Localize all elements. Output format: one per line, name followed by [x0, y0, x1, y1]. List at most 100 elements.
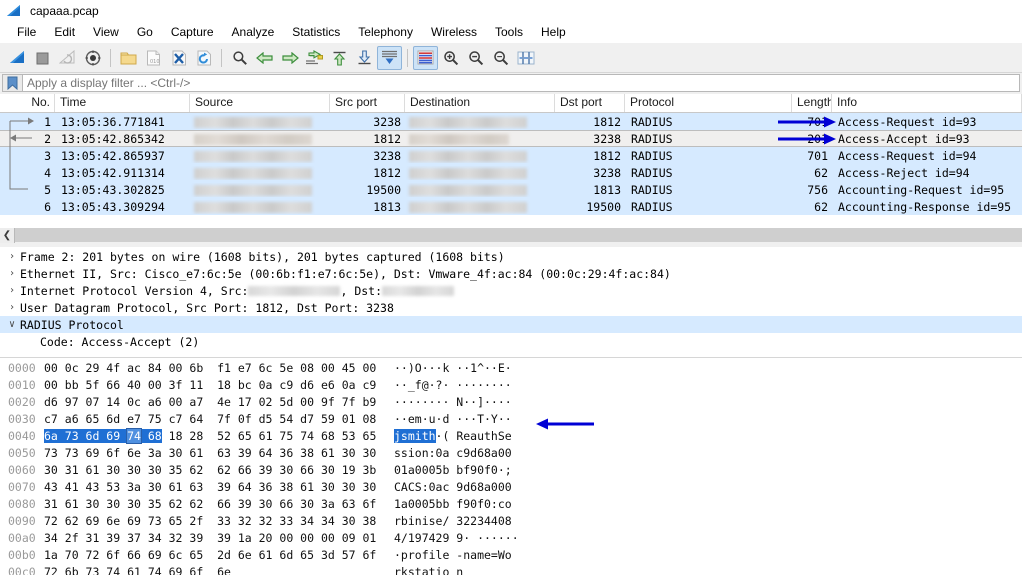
filter-bookmark-icon[interactable]: [2, 74, 22, 92]
menu-go[interactable]: Go: [128, 23, 162, 41]
column-header-dst-port[interactable]: Dst port: [555, 94, 625, 112]
column-header-destination[interactable]: Destination: [405, 94, 555, 112]
hex-ascii: ··)O···k ··1^··E·: [394, 360, 512, 375]
detail-row-ipv4-label2: , Dst:: [340, 283, 383, 298]
detail-row-radius-code[interactable]: Code: Access-Accept (2): [0, 333, 1022, 350]
hex-ascii: jsmith·( ReauthSe: [394, 428, 512, 443]
packet-row-2-source: [190, 132, 330, 146]
packet-row-6-protocol: RADIUS: [631, 199, 673, 214]
scroll-left-icon[interactable]: ❮: [0, 227, 15, 243]
packet-row[interactable]: 1 13:05:36.771841 3238 1812 RADIUS 701 A…: [0, 113, 1022, 130]
hex-row[interactable]: 0020 d6 97 07 14 0c a6 00 a7 4e 17 02 5d…: [0, 393, 1022, 410]
hex-bytes: 43 41 43 53 3a 30 61 63 39 64 36 38 61 3…: [44, 479, 377, 494]
hex-offset: 0030: [8, 411, 36, 426]
packet-row[interactable]: 6 13:05:43.309294 1813 19500 RADIUS 62 A…: [0, 198, 1022, 215]
packet-row[interactable]: 4 13:05:42.911314 1812 3238 RADIUS 62 Ac…: [0, 164, 1022, 181]
menu-statistics[interactable]: Statistics: [283, 23, 349, 41]
colorize-icon[interactable]: [413, 45, 438, 70]
detail-row-udp[interactable]: › User Datagram Protocol, Src Port: 1812…: [0, 299, 1022, 316]
menu-help[interactable]: Help: [532, 23, 575, 41]
detail-row-ethernet[interactable]: › Ethernet II, Src: Cisco_e7:6c:5e (00:6…: [0, 265, 1022, 282]
menu-telephony[interactable]: Telephony: [349, 23, 422, 41]
column-header-protocol[interactable]: Protocol: [625, 94, 792, 112]
detail-row-frame[interactable]: › Frame 2: 201 bytes on wire (1608 bits)…: [0, 248, 1022, 265]
packet-list-horizontal-scrollbar[interactable]: ❮: [0, 227, 1022, 243]
packet-list-pane: No. Time Source Src port Destination Dst…: [0, 94, 1022, 243]
go-to-packet-icon[interactable]: [302, 46, 327, 70]
auto-scroll-icon[interactable]: [377, 45, 402, 70]
chevron-right-icon[interactable]: ›: [4, 268, 20, 279]
zoom-in-icon[interactable]: [438, 46, 463, 70]
find-packet-icon[interactable]: [227, 46, 252, 70]
go-forward-icon[interactable]: [277, 46, 302, 70]
go-back-icon[interactable]: [252, 46, 277, 70]
hex-row[interactable]: 0010 00 bb 5f 66 40 00 3f 11 18 bc 0a c9…: [0, 376, 1022, 393]
menu-capture[interactable]: Capture: [162, 23, 223, 41]
packet-row[interactable]: 5 13:05:43.302825 19500 1813 RADIUS 756 …: [0, 181, 1022, 198]
packet-row-6-info: Accounting-Response id=95: [838, 199, 1012, 214]
packet-row-6-source: [190, 200, 330, 214]
hex-ascii-jsmith: jsmith: [394, 428, 436, 443]
hex-row[interactable]: 0060 30 31 61 30 30 30 35 62 62 66 39 30…: [0, 461, 1022, 478]
start-capture-icon[interactable]: [5, 46, 30, 70]
column-header-length[interactable]: Length: [792, 94, 832, 112]
packet-detail-pane: › Frame 2: 201 bytes on wire (1608 bits)…: [0, 247, 1022, 357]
menu-tools[interactable]: Tools: [486, 23, 532, 41]
zoom-out-icon[interactable]: [463, 46, 488, 70]
column-header-source[interactable]: Source: [190, 94, 330, 112]
hex-ascii: 01a0005b bf90f0·;: [394, 462, 512, 477]
save-file-icon[interactable]: 010: [141, 46, 166, 70]
hex-bytes: c7 a6 65 6d e7 75 c7 64 7f 0f d5 54 d7 5…: [44, 411, 377, 426]
hex-row[interactable]: 0030 c7 a6 65 6d e7 75 c7 64 7f 0f d5 54…: [0, 410, 1022, 427]
menu-view[interactable]: View: [84, 23, 128, 41]
packet-row-5-src-port: 19500: [366, 182, 401, 197]
hex-row[interactable]: 0070 43 41 43 53 3a 30 61 63 39 64 36 38…: [0, 478, 1022, 495]
column-header-src-port[interactable]: Src port: [330, 94, 405, 112]
hex-row[interactable]: 0080 31 61 30 30 30 35 62 62 66 39 30 66…: [0, 495, 1022, 512]
menu-file[interactable]: File: [8, 23, 45, 41]
detail-row-ipv4[interactable]: › Internet Protocol Version 4, Src: , Ds…: [0, 282, 1022, 299]
detail-row-radius[interactable]: ∨ RADIUS Protocol: [0, 316, 1022, 333]
menu-analyze[interactable]: Analyze: [223, 23, 284, 41]
hex-row[interactable]: 0090 72 62 69 6e 69 73 65 2f 33 32 32 33…: [0, 512, 1022, 529]
hex-row-selected[interactable]: 0040 6a 73 6d 69 74 68 18 28 52 65 61 75…: [0, 427, 1022, 444]
column-header-time[interactable]: Time: [55, 94, 190, 112]
packet-row-2-info: Access-Accept id=93: [838, 131, 970, 146]
packet-list-header: No. Time Source Src port Destination Dst…: [0, 94, 1022, 113]
resize-columns-icon[interactable]: [513, 46, 538, 70]
display-filter-input[interactable]: [22, 74, 1020, 92]
hex-row[interactable]: 0050 73 73 69 6f 6e 3a 30 61 63 39 64 36…: [0, 444, 1022, 461]
hex-row[interactable]: 00b0 1a 70 72 6f 66 69 6c 65 2d 6e 61 6d…: [0, 546, 1022, 563]
close-file-icon[interactable]: [166, 46, 191, 70]
column-header-info[interactable]: Info: [832, 94, 1022, 112]
reload-file-icon[interactable]: [191, 46, 216, 70]
hex-ascii: 4/197429 9· ······: [394, 530, 519, 545]
menu-wireless[interactable]: Wireless: [422, 23, 486, 41]
packet-row-2-length: 201: [807, 131, 828, 146]
packet-row-3-no: 3: [44, 148, 51, 163]
open-file-icon[interactable]: [116, 46, 141, 70]
column-header-no[interactable]: No.: [0, 94, 55, 112]
packet-row-4-src-port: 1812: [373, 165, 401, 180]
go-to-last-icon[interactable]: [352, 46, 377, 70]
packet-row-3-dst-port: 1812: [593, 148, 621, 163]
hex-row[interactable]: 00a0 34 2f 31 39 37 34 32 39 39 1a 20 00…: [0, 529, 1022, 546]
packet-row-6-src-port: 1813: [373, 199, 401, 214]
hex-offset: 00c0: [8, 564, 36, 575]
packet-row-5-no: 5: [44, 182, 51, 197]
packet-row[interactable]: 2 13:05:42.865342 1812 3238 RADIUS 201 A…: [0, 130, 1022, 147]
chevron-right-icon[interactable]: ›: [4, 251, 20, 262]
hex-row[interactable]: 0000 00 0c 29 4f ac 84 00 6b f1 e7 6c 5e…: [0, 359, 1022, 376]
stop-capture-icon[interactable]: [30, 46, 55, 70]
go-to-first-icon[interactable]: [327, 46, 352, 70]
restart-capture-icon[interactable]: [55, 46, 80, 70]
menu-edit[interactable]: Edit: [45, 23, 84, 41]
chevron-right-icon[interactable]: ›: [4, 285, 20, 296]
packet-row-4-protocol: RADIUS: [631, 165, 673, 180]
zoom-reset-icon[interactable]: [488, 46, 513, 70]
capture-options-icon[interactable]: [80, 46, 105, 70]
hex-row[interactable]: 00c0 72 6b 73 74 61 74 69 6f 6e rkstatio…: [0, 563, 1022, 575]
packet-row[interactable]: 3 13:05:42.865937 3238 1812 RADIUS 701 A…: [0, 147, 1022, 164]
chevron-down-icon[interactable]: ∨: [4, 319, 20, 330]
chevron-right-icon[interactable]: ›: [4, 302, 20, 313]
